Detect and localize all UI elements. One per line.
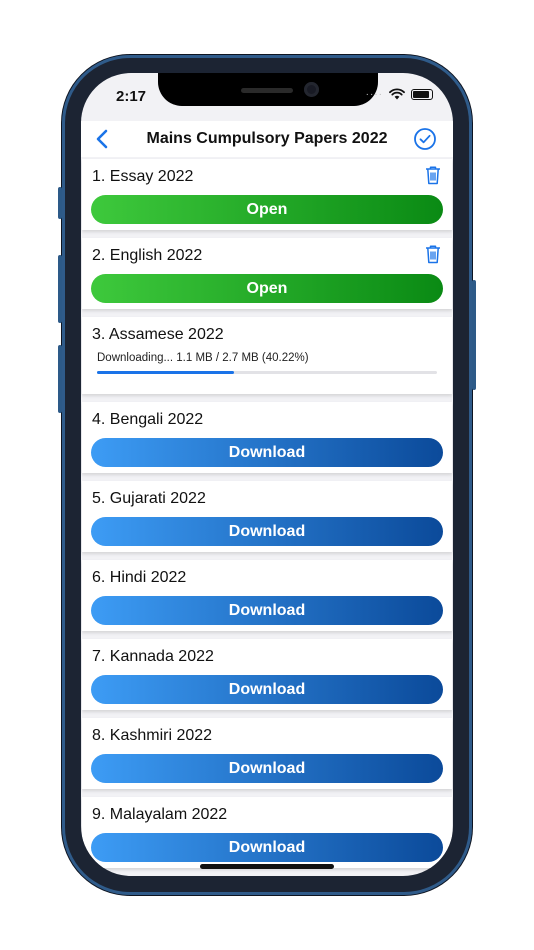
list-item: 8. Kashmiri 2022 Download	[82, 718, 452, 789]
download-button[interactable]: Download	[91, 517, 443, 546]
list-item: 4. Bengali 2022 Download	[82, 402, 452, 473]
paper-title: 3. Assamese 2022	[92, 326, 224, 343]
list-item: 5. Gujarati 2022 Download	[82, 481, 452, 552]
status-time: 2:17	[116, 88, 147, 105]
list-item: 1. Essay 2022 Open	[82, 159, 452, 230]
papers-list: 1. Essay 2022 Open 2. English 2022 Open …	[81, 159, 453, 876]
download-progress-fill	[97, 371, 234, 374]
wifi-icon	[389, 88, 405, 100]
paper-title: 1. Essay 2022	[92, 168, 194, 185]
trash-icon[interactable]	[424, 165, 442, 185]
action-button	[58, 187, 62, 219]
download-button[interactable]: Download	[91, 675, 443, 704]
list-item: 9. Malayalam 2022 Download	[82, 797, 452, 868]
list-item: 6. Hindi 2022 Download	[82, 560, 452, 631]
list-item: 3. Assamese 2022 Downloading... 1.1 MB /…	[82, 317, 452, 394]
camera-icon	[304, 82, 319, 97]
trash-icon[interactable]	[424, 244, 442, 264]
paper-title: 4. Bengali 2022	[92, 411, 204, 428]
checkmark-circle-icon[interactable]	[413, 127, 437, 151]
app-screen: 2:17 ···· Mains Cumpulsory Papers 2022 1…	[81, 73, 453, 876]
download-button[interactable]: Download	[91, 438, 443, 467]
open-button[interactable]: Open	[91, 195, 443, 224]
speaker	[241, 88, 293, 93]
paper-title: 5. Gujarati 2022	[92, 490, 206, 507]
notch	[158, 73, 378, 106]
paper-title: 9. Malayalam 2022	[92, 806, 228, 823]
paper-title: 2. English 2022	[92, 247, 203, 264]
page-title: Mains Cumpulsory Papers 2022	[146, 130, 388, 147]
paper-title: 7. Kannada 2022	[92, 648, 214, 665]
signal-icon: ····	[365, 88, 383, 100]
download-button[interactable]: Download	[91, 754, 443, 783]
download-button[interactable]: Download	[91, 596, 443, 625]
volume-down-button	[58, 345, 62, 413]
list-item: 2. English 2022 Open	[82, 238, 452, 309]
volume-up-button	[58, 255, 62, 323]
download-progress-text: Downloading... 1.1 MB / 2.7 MB (40.22%)	[97, 352, 309, 364]
open-button[interactable]: Open	[91, 274, 443, 303]
home-indicator[interactable]	[200, 864, 334, 869]
navigation-bar: Mains Cumpulsory Papers 2022	[81, 121, 453, 157]
paper-title: 6. Hindi 2022	[92, 569, 187, 586]
paper-title: 8. Kashmiri 2022	[92, 727, 213, 744]
download-button[interactable]: Download	[91, 833, 443, 862]
battery-icon	[411, 88, 433, 100]
power-button	[472, 280, 476, 390]
status-indicators: ····	[366, 88, 433, 100]
download-progress-bar	[97, 371, 437, 374]
list-item: 7. Kannada 2022 Download	[82, 639, 452, 710]
